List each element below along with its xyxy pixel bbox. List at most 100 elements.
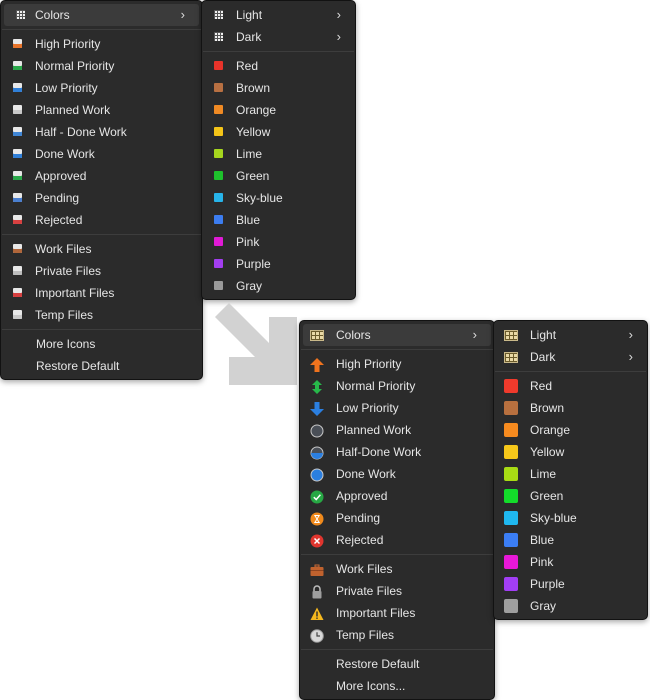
menu-item-restore-default[interactable]: Restore Default — [300, 653, 494, 675]
lime-swatch-icon — [214, 149, 223, 158]
submenu-item-dark[interactable]: Dark › — [202, 26, 355, 48]
menu-item-label: Normal Priority — [35, 59, 115, 73]
chevron-right-icon: › — [628, 327, 633, 342]
menu-item-label: Private Files — [336, 584, 403, 598]
down-arrow-icon — [310, 401, 324, 416]
menu-item-restore-default[interactable]: Restore Default — [1, 355, 202, 377]
submenu-item-pink[interactable]: Pink — [494, 551, 647, 573]
menu-item-label: Yellow — [236, 125, 271, 139]
submenu-item-gray[interactable]: Gray — [202, 275, 355, 297]
menu-item-label: Done Work — [336, 467, 396, 481]
menu-item-pending[interactable]: Pending — [300, 507, 494, 529]
menu-item-private-files[interactable]: Private Files — [1, 260, 202, 282]
menu-item-label: More Icons... — [336, 679, 406, 693]
warning-icon — [310, 606, 324, 620]
approved-icon — [13, 171, 22, 180]
submenu-item-blue[interactable]: Blue — [202, 209, 355, 231]
menu-item-pending[interactable]: Pending — [1, 187, 202, 209]
submenu-item-dark[interactable]: Dark › — [494, 346, 647, 368]
menu-item-private-files[interactable]: Private Files — [300, 580, 494, 602]
menu-item-label: Light — [236, 8, 263, 22]
menu-item-label: Work Files — [336, 562, 393, 576]
menu-item-rejected[interactable]: Rejected — [300, 529, 494, 551]
submenu-item-lime[interactable]: Lime — [202, 143, 355, 165]
menu-item-label: Done Work — [35, 147, 95, 161]
yellow-swatch-icon — [504, 445, 518, 459]
menu-item-normal-priority[interactable]: Normal Priority — [1, 55, 202, 77]
menu-item-label: Important Files — [35, 286, 115, 300]
separator — [203, 51, 354, 52]
menu-item-colors[interactable]: Colors › — [303, 324, 491, 346]
menu-item-planned-work[interactable]: Planned Work — [1, 99, 202, 121]
menu-item-done-work[interactable]: Done Work — [300, 463, 494, 485]
menu-item-low-priority[interactable]: Low Priority — [300, 397, 494, 419]
submenu-item-light[interactable]: Light › — [202, 4, 355, 26]
menu-item-approved[interactable]: Approved — [1, 165, 202, 187]
menu-item-label: Green — [236, 169, 270, 183]
large-colors-submenu: Light › Dark › Red Brown Orange Yellow Lime G… — [493, 320, 648, 620]
menu-item-low-priority[interactable]: Low Priority — [1, 77, 202, 99]
menu-item-label: Colors — [35, 8, 70, 22]
submenu-item-green[interactable]: Green — [202, 165, 355, 187]
menu-item-work-files[interactable]: Work Files — [300, 558, 494, 580]
menu-item-label: Low Priority — [336, 401, 399, 415]
menu-item-label: Purple — [236, 257, 271, 271]
empty-circle-icon — [310, 423, 324, 438]
menu-item-half-done-work[interactable]: Half - Done Work — [1, 121, 202, 143]
menu-item-label: High Priority — [336, 357, 402, 371]
submenu-item-red[interactable]: Red — [494, 375, 647, 397]
submenu-item-sky-blue[interactable]: Sky-blue — [202, 187, 355, 209]
menu-item-approved[interactable]: Approved — [300, 485, 494, 507]
sky-blue-swatch-icon — [504, 511, 518, 525]
menu-item-done-work[interactable]: Done Work — [1, 143, 202, 165]
menu-item-label: Private Files — [35, 264, 102, 278]
menu-item-more-icons[interactable]: More Icons — [1, 333, 202, 355]
menu-item-label: Planned Work — [35, 103, 111, 117]
small-context-menu: Colors › High Priority Normal Priority Low… — [0, 0, 203, 380]
menu-item-normal-priority[interactable]: Normal Priority — [300, 375, 494, 397]
up-arrow-icon — [310, 357, 324, 372]
menu-item-label: Approved — [336, 489, 388, 503]
submenu-item-pink[interactable]: Pink — [202, 231, 355, 253]
menu-item-label: Lime — [236, 147, 263, 161]
menu-item-label: Lime — [530, 467, 557, 481]
color-grid-icon — [16, 10, 25, 19]
menu-item-important-files[interactable]: Important Files — [300, 602, 494, 624]
menu-item-temp-files[interactable]: Temp Files — [1, 304, 202, 326]
submenu-item-orange[interactable]: Orange — [202, 99, 355, 121]
submenu-item-green[interactable]: Green — [494, 485, 647, 507]
menu-item-important-files[interactable]: Important Files — [1, 282, 202, 304]
submenu-item-brown[interactable]: Brown — [202, 77, 355, 99]
green-swatch-icon — [504, 489, 518, 503]
menu-item-high-priority[interactable]: High Priority — [1, 33, 202, 55]
menu-item-temp-files[interactable]: Temp Files — [300, 624, 494, 646]
menu-item-high-priority[interactable]: High Priority — [300, 353, 494, 375]
menu-item-half-done-work[interactable]: Half-Done Work — [300, 441, 494, 463]
pending-icon — [13, 193, 22, 202]
dark-grid-icon — [214, 32, 223, 41]
submenu-item-red[interactable]: Red — [202, 55, 355, 77]
menu-item-rejected[interactable]: Rejected — [1, 209, 202, 231]
submenu-item-gray[interactable]: Gray — [494, 595, 647, 617]
menu-item-label: Important Files — [336, 606, 416, 620]
submenu-item-yellow[interactable]: Yellow — [202, 121, 355, 143]
submenu-item-orange[interactable]: Orange — [494, 419, 647, 441]
submenu-item-yellow[interactable]: Yellow — [494, 441, 647, 463]
submenu-item-sky-blue[interactable]: Sky-blue — [494, 507, 647, 529]
planned-work-icon — [13, 105, 22, 114]
menu-item-planned-work[interactable]: Planned Work — [300, 419, 494, 441]
menu-item-label: Rejected — [35, 213, 83, 227]
x-circle-icon — [310, 533, 324, 548]
menu-item-label: Blue — [236, 213, 261, 227]
submenu-item-brown[interactable]: Brown — [494, 397, 647, 419]
menu-item-work-files[interactable]: Work Files — [1, 238, 202, 260]
submenu-item-light[interactable]: Light › — [494, 324, 647, 346]
menu-item-more-icons[interactable]: More Icons... — [300, 675, 494, 697]
menu-item-colors[interactable]: Colors › — [4, 4, 199, 26]
submenu-item-purple[interactable]: Purple — [202, 253, 355, 275]
color-grid-icon — [310, 330, 324, 341]
submenu-item-lime[interactable]: Lime — [494, 463, 647, 485]
submenu-item-blue[interactable]: Blue — [494, 529, 647, 551]
submenu-item-purple[interactable]: Purple — [494, 573, 647, 595]
high-priority-icon — [13, 39, 22, 48]
